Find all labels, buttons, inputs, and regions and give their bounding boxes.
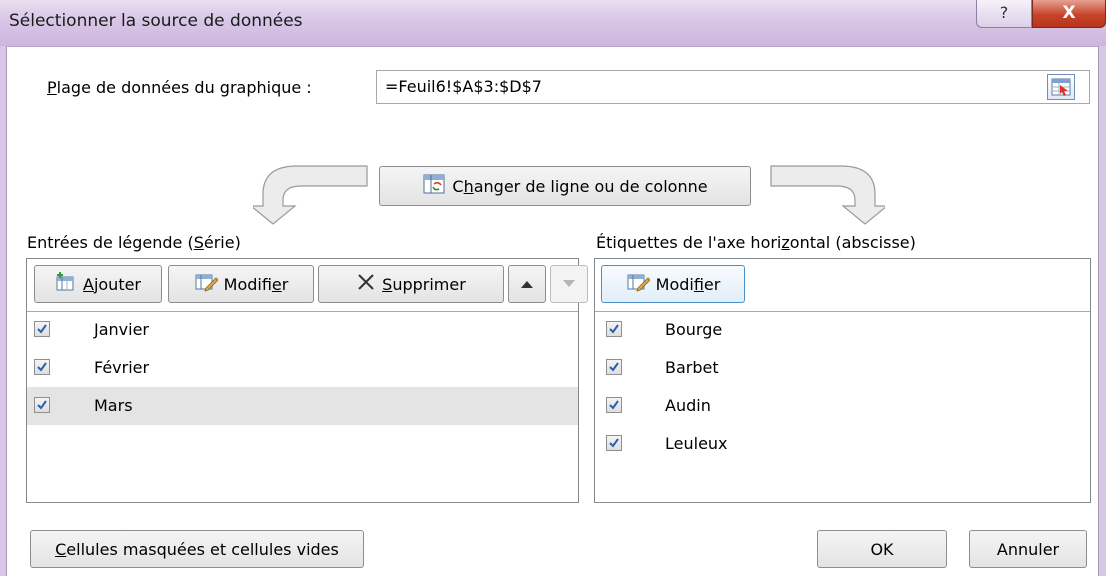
switch-row-column-icon — [422, 173, 446, 199]
category-checkbox[interactable] — [606, 321, 622, 337]
checkmark-icon — [609, 400, 619, 410]
series-label: Janvier — [94, 320, 149, 339]
close-button[interactable]: X — [1032, 0, 1106, 28]
category-checkbox[interactable] — [606, 397, 622, 413]
switch-row-column-label: Changer de ligne ou de colonne — [452, 176, 708, 196]
checkmark-icon — [37, 362, 47, 372]
checkmark-icon — [37, 324, 47, 334]
edit-icon — [626, 272, 651, 296]
series-checkbox[interactable] — [34, 321, 50, 337]
ok-label: OK — [870, 539, 894, 559]
category-label: Bourge — [665, 320, 723, 339]
edit-series-label: Modifier — [223, 274, 289, 294]
title-bar: Sélectionner la source de données ? X — [0, 0, 1106, 47]
chart-range-input[interactable]: =Feuil6!$A$3:$D$7 — [376, 70, 1090, 104]
category-label: Barbet — [665, 358, 719, 377]
series-checkbox[interactable] — [34, 397, 50, 413]
checkmark-icon — [609, 362, 619, 372]
cancel-label: Annuler — [996, 539, 1060, 559]
list-item[interactable]: Bourge — [595, 311, 1090, 349]
edit-axis-labels-label: Modifier — [655, 274, 721, 294]
axis-labels-heading: Étiquettes de l'axe horizontal (abscisse… — [596, 233, 916, 252]
list-item[interactable]: Barbet — [595, 349, 1090, 387]
checkmark-icon — [609, 324, 619, 334]
edit-icon — [194, 272, 219, 296]
legend-entries-heading: Entrées de légende (Série) — [27, 233, 241, 252]
list-item[interactable]: Janvier — [27, 311, 578, 349]
add-icon — [55, 272, 77, 296]
delete-icon — [356, 272, 376, 296]
edit-series-button[interactable]: Modifier — [168, 265, 314, 303]
list-item[interactable]: Leuleux — [595, 425, 1090, 463]
delete-series-button[interactable]: Supprimer — [318, 265, 504, 303]
curved-arrow-right-icon — [770, 165, 885, 225]
list-item-selected[interactable]: Mars — [27, 387, 578, 425]
window-frame-right — [1098, 46, 1106, 576]
series-label: Février — [94, 358, 150, 377]
category-label: Leuleux — [665, 434, 728, 453]
chart-range-label: Plage de données du graphique : — [47, 78, 312, 97]
add-series-button[interactable]: Ajouter — [34, 265, 162, 303]
hidden-empty-cells-button[interactable]: Cellules masquées et cellules vides — [30, 530, 364, 568]
checkmark-icon — [609, 438, 619, 448]
ok-button[interactable]: OK — [817, 530, 947, 568]
delete-series-label: Supprimer — [382, 274, 466, 294]
hidden-empty-cells-label: Cellules masquées et cellules vides — [55, 539, 339, 559]
window-frame-left — [0, 46, 7, 576]
axis-labels-panel: Modifier Bourge Barbet Audin Leuleux — [594, 258, 1091, 503]
range-select-icon — [1051, 78, 1071, 96]
category-checkbox[interactable] — [606, 359, 622, 375]
checkmark-icon — [37, 400, 47, 410]
switch-row-column-button[interactable]: Changer de ligne ou de colonne — [379, 166, 751, 206]
category-checkbox[interactable] — [606, 435, 622, 451]
collapse-dialog-button[interactable] — [1047, 74, 1075, 100]
dialog-title: Sélectionner la source de données — [9, 11, 303, 31]
category-label: Audin — [665, 396, 711, 415]
legend-entries-panel: Ajouter Modifier Supprimer Janvier Févri… — [26, 258, 588, 503]
list-item[interactable]: Audin — [595, 387, 1090, 425]
edit-axis-labels-button[interactable]: Modifier — [601, 265, 745, 303]
triangle-down-icon — [563, 280, 575, 287]
move-down-button[interactable] — [550, 265, 588, 303]
move-up-button[interactable] — [508, 265, 546, 303]
add-series-label: Ajouter — [82, 274, 142, 294]
series-label: Mars — [94, 396, 133, 415]
triangle-up-icon — [521, 281, 533, 288]
series-checkbox[interactable] — [34, 359, 50, 375]
cancel-button[interactable]: Annuler — [969, 530, 1087, 568]
help-button[interactable]: ? — [976, 0, 1032, 28]
list-item[interactable]: Février — [27, 349, 578, 387]
curved-arrow-left-icon — [253, 165, 368, 225]
